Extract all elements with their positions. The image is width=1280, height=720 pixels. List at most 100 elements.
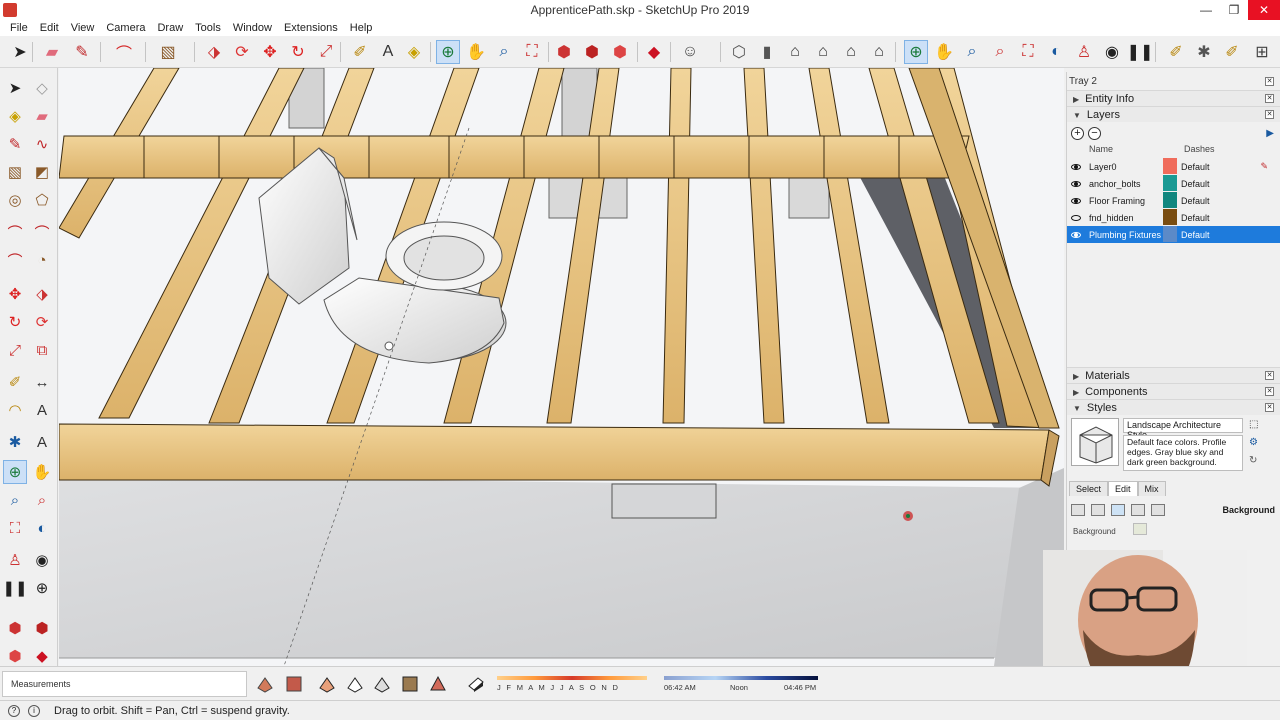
layer-row[interactable]: Floor Framing Default: [1067, 192, 1280, 209]
shaded-icon[interactable]: [372, 674, 392, 694]
layer-color-swatch[interactable]: [1163, 209, 1177, 225]
refresh-style-icon[interactable]: ↻: [1249, 455, 1257, 466]
eraser-icon[interactable]: ▰: [40, 40, 64, 64]
iso-view-icon[interactable]: ⬡: [727, 40, 751, 64]
back-edges-icon[interactable]: [284, 674, 304, 694]
position-camera-icon[interactable]: ♙: [1072, 40, 1096, 64]
section-plane-icon[interactable]: ⊕: [30, 576, 54, 600]
polygon-icon[interactable]: ⬠: [30, 188, 54, 212]
layer-name[interactable]: Floor Framing: [1089, 196, 1145, 206]
left-view-icon[interactable]: ⌂: [867, 40, 891, 64]
layer-color-swatch[interactable]: [1163, 158, 1177, 174]
layer-row[interactable]: fnd_hidden Default: [1067, 209, 1280, 226]
top-view-icon[interactable]: ▮: [755, 40, 779, 64]
walk-icon[interactable]: ❚❚: [2, 576, 27, 600]
layer-dashes[interactable]: Default: [1181, 230, 1210, 240]
pie-icon[interactable]: ◔: [30, 248, 54, 272]
tape-measure-icon[interactable]: ✐: [348, 40, 372, 64]
menu-help[interactable]: Help: [344, 22, 379, 34]
rectangle-icon[interactable]: ▧: [3, 160, 27, 184]
panel-styles[interactable]: ▼ Styles ✕: [1067, 399, 1280, 415]
dimension-icon[interactable]: ↔: [30, 370, 54, 394]
push-pull-icon[interactable]: ⬗: [202, 40, 226, 64]
layer-row[interactable]: Plumbing Fixtures Default: [1067, 226, 1280, 243]
previous-icon[interactable]: ◐: [30, 516, 54, 540]
style-description-field[interactable]: Default face colors. Profile edges. Gray…: [1123, 435, 1243, 471]
visible-eye-icon[interactable]: [1071, 231, 1081, 238]
shaded-with-textures-icon[interactable]: [400, 674, 420, 694]
background-settings-icon[interactable]: [1111, 504, 1125, 516]
protractor-icon[interactable]: ◠: [3, 398, 27, 422]
text-icon[interactable]: A: [30, 398, 54, 422]
zoom-icon[interactable]: ⌕: [3, 488, 27, 512]
warehouse-icon[interactable]: ⬢: [552, 40, 576, 64]
menu-file[interactable]: File: [4, 22, 34, 34]
orbit-icon[interactable]: ⊕: [436, 40, 460, 64]
delete-layer-icon[interactable]: −: [1088, 126, 1101, 140]
rectangle-icon[interactable]: ▧: [156, 40, 180, 64]
panel-close-icon[interactable]: ✕: [1265, 110, 1274, 119]
pan-icon[interactable]: ✋: [464, 40, 488, 64]
menu-view[interactable]: View: [65, 22, 101, 34]
shadow-month-slider[interactable]: [497, 676, 647, 680]
arc-icon[interactable]: ⌒: [3, 220, 27, 244]
scale-icon[interactable]: ⤢: [314, 40, 338, 64]
circle-icon[interactable]: ◎: [3, 188, 27, 212]
orbit-icon[interactable]: ⊕: [3, 460, 27, 484]
zoom-extents-2-icon[interactable]: ⛶: [1016, 40, 1040, 64]
layer-color-swatch[interactable]: [1163, 175, 1177, 191]
layer-color-swatch[interactable]: [1163, 192, 1177, 208]
panel-close-icon[interactable]: ✕: [1265, 387, 1274, 396]
style-name-field[interactable]: Landscape Architecture Style: [1123, 418, 1243, 440]
component-icon[interactable]: ◇: [30, 76, 54, 100]
zoom-extents-icon[interactable]: ⛶: [3, 516, 27, 540]
zoom-icon[interactable]: ⌕: [492, 40, 516, 64]
walk-icon[interactable]: ❚❚: [1127, 40, 1154, 64]
extension-warehouse-icon[interactable]: ⬢: [608, 40, 632, 64]
shadow-time-slider[interactable]: [664, 676, 818, 680]
panel-layers[interactable]: ▼ Layers ✕: [1067, 106, 1280, 122]
push-pull-icon[interactable]: ⬗: [30, 282, 54, 306]
right-view-icon[interactable]: ⌂: [811, 40, 835, 64]
look-around-icon[interactable]: ◉: [30, 548, 54, 572]
scale-icon[interactable]: ⤢: [3, 338, 27, 362]
freehand-icon[interactable]: ∿: [30, 132, 54, 156]
shadows-icon[interactable]: [466, 674, 486, 694]
two-point-arc-icon[interactable]: ⌒: [30, 220, 54, 244]
zoom-extents-icon[interactable]: ⛶: [520, 40, 544, 64]
menu-camera[interactable]: Camera: [100, 22, 151, 34]
menu-tools[interactable]: Tools: [189, 22, 227, 34]
move-icon[interactable]: ✥: [3, 282, 27, 306]
menu-draw[interactable]: Draw: [151, 22, 189, 34]
layer-row[interactable]: anchor_bolts Default: [1067, 175, 1280, 192]
front-view-icon[interactable]: ⌂: [783, 40, 807, 64]
minimize-icon[interactable]: —: [1192, 0, 1220, 20]
layer-row[interactable]: Layer0 Default ✎: [1067, 158, 1280, 175]
add-layer-icon[interactable]: +: [1071, 126, 1084, 140]
previous-view-icon[interactable]: ◐: [1044, 40, 1068, 64]
tab-edit[interactable]: Edit: [1108, 481, 1138, 496]
modeling-settings-icon[interactable]: [1151, 504, 1165, 516]
section-fill-icon[interactable]: ✐: [1220, 40, 1244, 64]
instructor-info-icon[interactable]: i: [28, 704, 40, 717]
edge-settings-icon[interactable]: [1071, 504, 1085, 516]
layer-details-icon[interactable]: ▶: [1266, 128, 1274, 139]
ruby-icon[interactable]: ◆: [642, 40, 666, 64]
panel-entity-info[interactable]: ▶ Entity Info ✕: [1067, 90, 1280, 106]
offset-icon[interactable]: ⧉: [30, 338, 54, 362]
select-icon[interactable]: ➤: [8, 40, 32, 64]
orbit-2-icon[interactable]: ⊕: [904, 40, 928, 64]
layer-dashes[interactable]: Default: [1181, 213, 1210, 223]
tab-mix[interactable]: Mix: [1137, 481, 1166, 496]
hidden-eye-icon[interactable]: [1071, 214, 1081, 221]
rotate-icon[interactable]: ↻: [286, 40, 310, 64]
arc-icon[interactable]: ⌒: [112, 40, 136, 64]
share-model-icon[interactable]: ⬢: [580, 40, 604, 64]
zoom-window-icon[interactable]: ⌕: [30, 488, 54, 512]
panel-components[interactable]: ▶ Components ✕: [1067, 383, 1280, 399]
rotated-rectangle-icon[interactable]: ◩: [30, 160, 54, 184]
select-icon[interactable]: ➤: [3, 76, 27, 100]
update-style-icon[interactable]: ⬚: [1249, 419, 1258, 430]
menu-extensions[interactable]: Extensions: [278, 22, 344, 34]
tape-measure-icon[interactable]: ✐: [3, 370, 27, 394]
